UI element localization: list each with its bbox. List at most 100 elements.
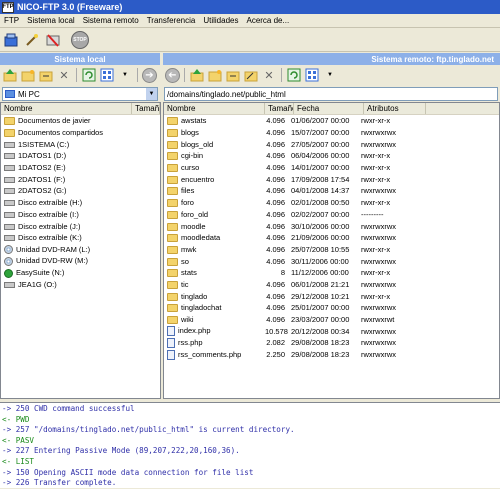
list-item[interactable]: Unidad DVD-RW (M:) [1,255,160,267]
remote-item-date: 20/12/2008 00:34 [291,326,350,336]
list-item[interactable]: 1SISTEMA (C:) [1,138,160,150]
remote-col-date[interactable]: Fecha [294,103,364,114]
remote-toolbar: ➔ ✕ ▼ [163,65,500,85]
up-folder-icon [3,69,17,82]
remote-new-folder-button[interactable] [207,67,223,83]
table-row[interactable]: tingladochat 4.096 25/01/2007 00:00 rwxrwxr… [164,302,499,314]
new-folder-icon [21,70,35,82]
local-new-folder-button[interactable] [20,67,36,83]
local-item-label: JEA1G (O:) [18,279,57,289]
table-row[interactable]: blogs 4.096 15/07/2007 00:00 rwxrwxrwx [164,127,499,139]
local-refresh-button[interactable] [81,67,97,83]
remote-item-attributes: rwxrwxrwx [361,338,396,348]
list-item[interactable]: 2DATOS2 (G:) [1,185,160,197]
table-row[interactable]: blogs_old 4.096 27/05/2007 00:00 rwxrwxrwx [164,138,499,150]
table-row[interactable]: rss_comments.php 2.250 29/08/2008 18:23 rwx… [164,349,499,361]
table-row[interactable]: rss.php 2.082 29/08/2008 18:23 rwxrwxrwx [164,337,499,349]
table-row[interactable]: index.php 10.578 20/12/2008 00:34 rwxrwxrwx [164,325,499,337]
remote-item-label: foro [181,198,194,208]
arrow-left-icon: ➔ [168,69,177,81]
remote-delete-button[interactable]: ✕ [261,67,277,83]
log-console[interactable]: -> 250 CWD command successful <- PWD -> 25… [0,402,500,488]
remote-item-attributes: rwxrwxrwx [361,326,396,336]
menu-utilities[interactable]: Utilidades [199,16,242,25]
list-item[interactable]: 1DATOS2 (E:) [1,162,160,174]
local-col-name[interactable]: Nombre [1,103,133,114]
wizard-button[interactable] [23,31,41,49]
remote-item-attributes: rwxrwxrwx [361,256,396,266]
local-path-select[interactable]: Mi PC ▼ [2,87,158,101]
remote-refresh-button[interactable] [286,67,302,83]
table-row[interactable]: stats 8 11/12/2006 00:00 rwxr-xr-x [164,267,499,279]
list-item[interactable]: Documentos compartidos [1,127,160,139]
stop-button[interactable]: STOP [71,30,89,49]
ftp-logo-icon: FTP [2,1,14,13]
remote-item-name: index.php [164,326,262,337]
table-row[interactable]: foro 4.096 02/01/2008 00:50 rwxr-xr-x [164,197,499,209]
table-row[interactable]: moodle 4.096 30/10/2006 00:00 rwxrwxrwx [164,220,499,232]
connect-button[interactable] [2,31,20,49]
list-item[interactable]: Unidad DVD-RAM (L:) [1,244,160,256]
remote-up-folder-button[interactable] [189,67,205,83]
menu-remote-system[interactable]: Sistema remoto [79,16,143,25]
menu-local-system[interactable]: Sistema local [23,16,79,25]
computer-icon [5,90,15,98]
remote-item-date: 27/05/2007 00:00 [291,139,350,149]
list-item[interactable]: EasySuite (N:) [1,267,160,279]
table-row[interactable]: tinglado 4.096 29/12/2008 10:21 rwxr-xr-x [164,290,499,302]
table-row[interactable]: so 4.096 30/11/2006 00:00 rwxrwxrwx [164,255,499,267]
remote-file-list[interactable]: Nombre Tamaño Fecha Atributos awstats 4.0… [163,102,500,399]
list-item[interactable]: Disco extraíble (J:) [1,220,160,232]
list-item[interactable]: Documentos de javier [1,115,160,127]
table-row[interactable]: wiki 4.096 23/03/2007 00:00 rwxrwxrwt [164,314,499,326]
remote-col-size[interactable]: Tamaño [265,103,294,114]
local-item-label: 2DATOS2 (G:) [18,186,67,196]
local-col-size[interactable]: Tamañ [132,103,160,114]
local-rename-button[interactable] [38,67,54,83]
table-row[interactable]: moodledata 4.096 21/09/2006 00:00 rwxrwxrwx [164,232,499,244]
list-item[interactable]: Disco extraíble (K:) [1,232,160,244]
remote-item-size: 4.096 [266,174,285,184]
remote-rename-button[interactable] [225,67,241,83]
local-view-button[interactable] [99,67,115,83]
table-row[interactable]: mwk 4.096 25/07/2008 10:55 rwxr-xr-x [164,244,499,256]
remote-col-name[interactable]: Nombre [164,103,265,114]
folder-icon [167,222,178,231]
list-item[interactable]: 2DATOS1 (F:) [1,173,160,185]
remote-view-button[interactable] [304,67,320,83]
remote-item-label: rss_comments.php [178,349,242,359]
local-up-folder-button[interactable] [2,67,18,83]
local-file-list[interactable]: Nombre Tamañ Documentos de javier Documen… [0,102,161,399]
list-item[interactable]: 1DATOS1 (D:) [1,150,160,162]
disconnect-button[interactable] [44,31,62,49]
remote-column-header: Nombre Tamaño Fecha Atributos [164,103,499,115]
menu-transfer[interactable]: Transferencia [143,16,200,25]
list-item[interactable]: JEA1G (O:) [1,279,160,291]
table-row[interactable]: encuentro 4.096 17/09/2008 17:54 rwxr-xr-x [164,173,499,185]
table-row[interactable]: tic 4.096 06/01/2008 21:21 rwxrwxrwx [164,279,499,291]
drive-icon [4,188,15,195]
remote-path-input[interactable]: /domains/tinglado.net/public_html [164,87,498,101]
list-item[interactable]: Disco extraíble (I:) [1,209,160,221]
menu-about[interactable]: Acerca de... [242,16,293,25]
remote-col-attr[interactable]: Atributos [364,103,426,114]
table-row[interactable]: cgi-bin 4.096 06/04/2006 00:00 rwxr-xr-x [164,150,499,162]
remote-item-size: 4.096 [266,139,285,149]
folder-icon [167,245,178,254]
local-delete-button[interactable]: ✕ [56,67,72,83]
folder-icon [167,199,178,208]
chevron-down-icon[interactable]: ▼ [146,88,157,100]
table-row[interactable]: files 4.096 04/01/2008 14:37 rwxrwxrwx [164,185,499,197]
remote-item-date: 17/09/2008 17:54 [291,174,350,184]
table-row[interactable]: awstats 4.096 01/06/2007 00:00 rwxr-xr-x [164,115,499,127]
upload-arrow-button[interactable]: ➔ [142,67,157,83]
menu-ftp[interactable]: FTP [0,16,23,25]
chevron-down-icon[interactable]: ▼ [322,67,338,83]
download-arrow-button[interactable]: ➔ [165,67,180,83]
remote-rename-file-button[interactable] [243,67,259,83]
table-row[interactable]: foro_old 4.096 02/02/2007 00:00 --------- [164,209,499,221]
table-row[interactable]: curso 4.096 14/01/2007 00:00 rwxr-xr-x [164,162,499,174]
list-item[interactable]: Disco extraíble (H:) [1,197,160,209]
drive-icon [4,211,15,218]
chevron-down-icon[interactable]: ▼ [117,67,133,83]
